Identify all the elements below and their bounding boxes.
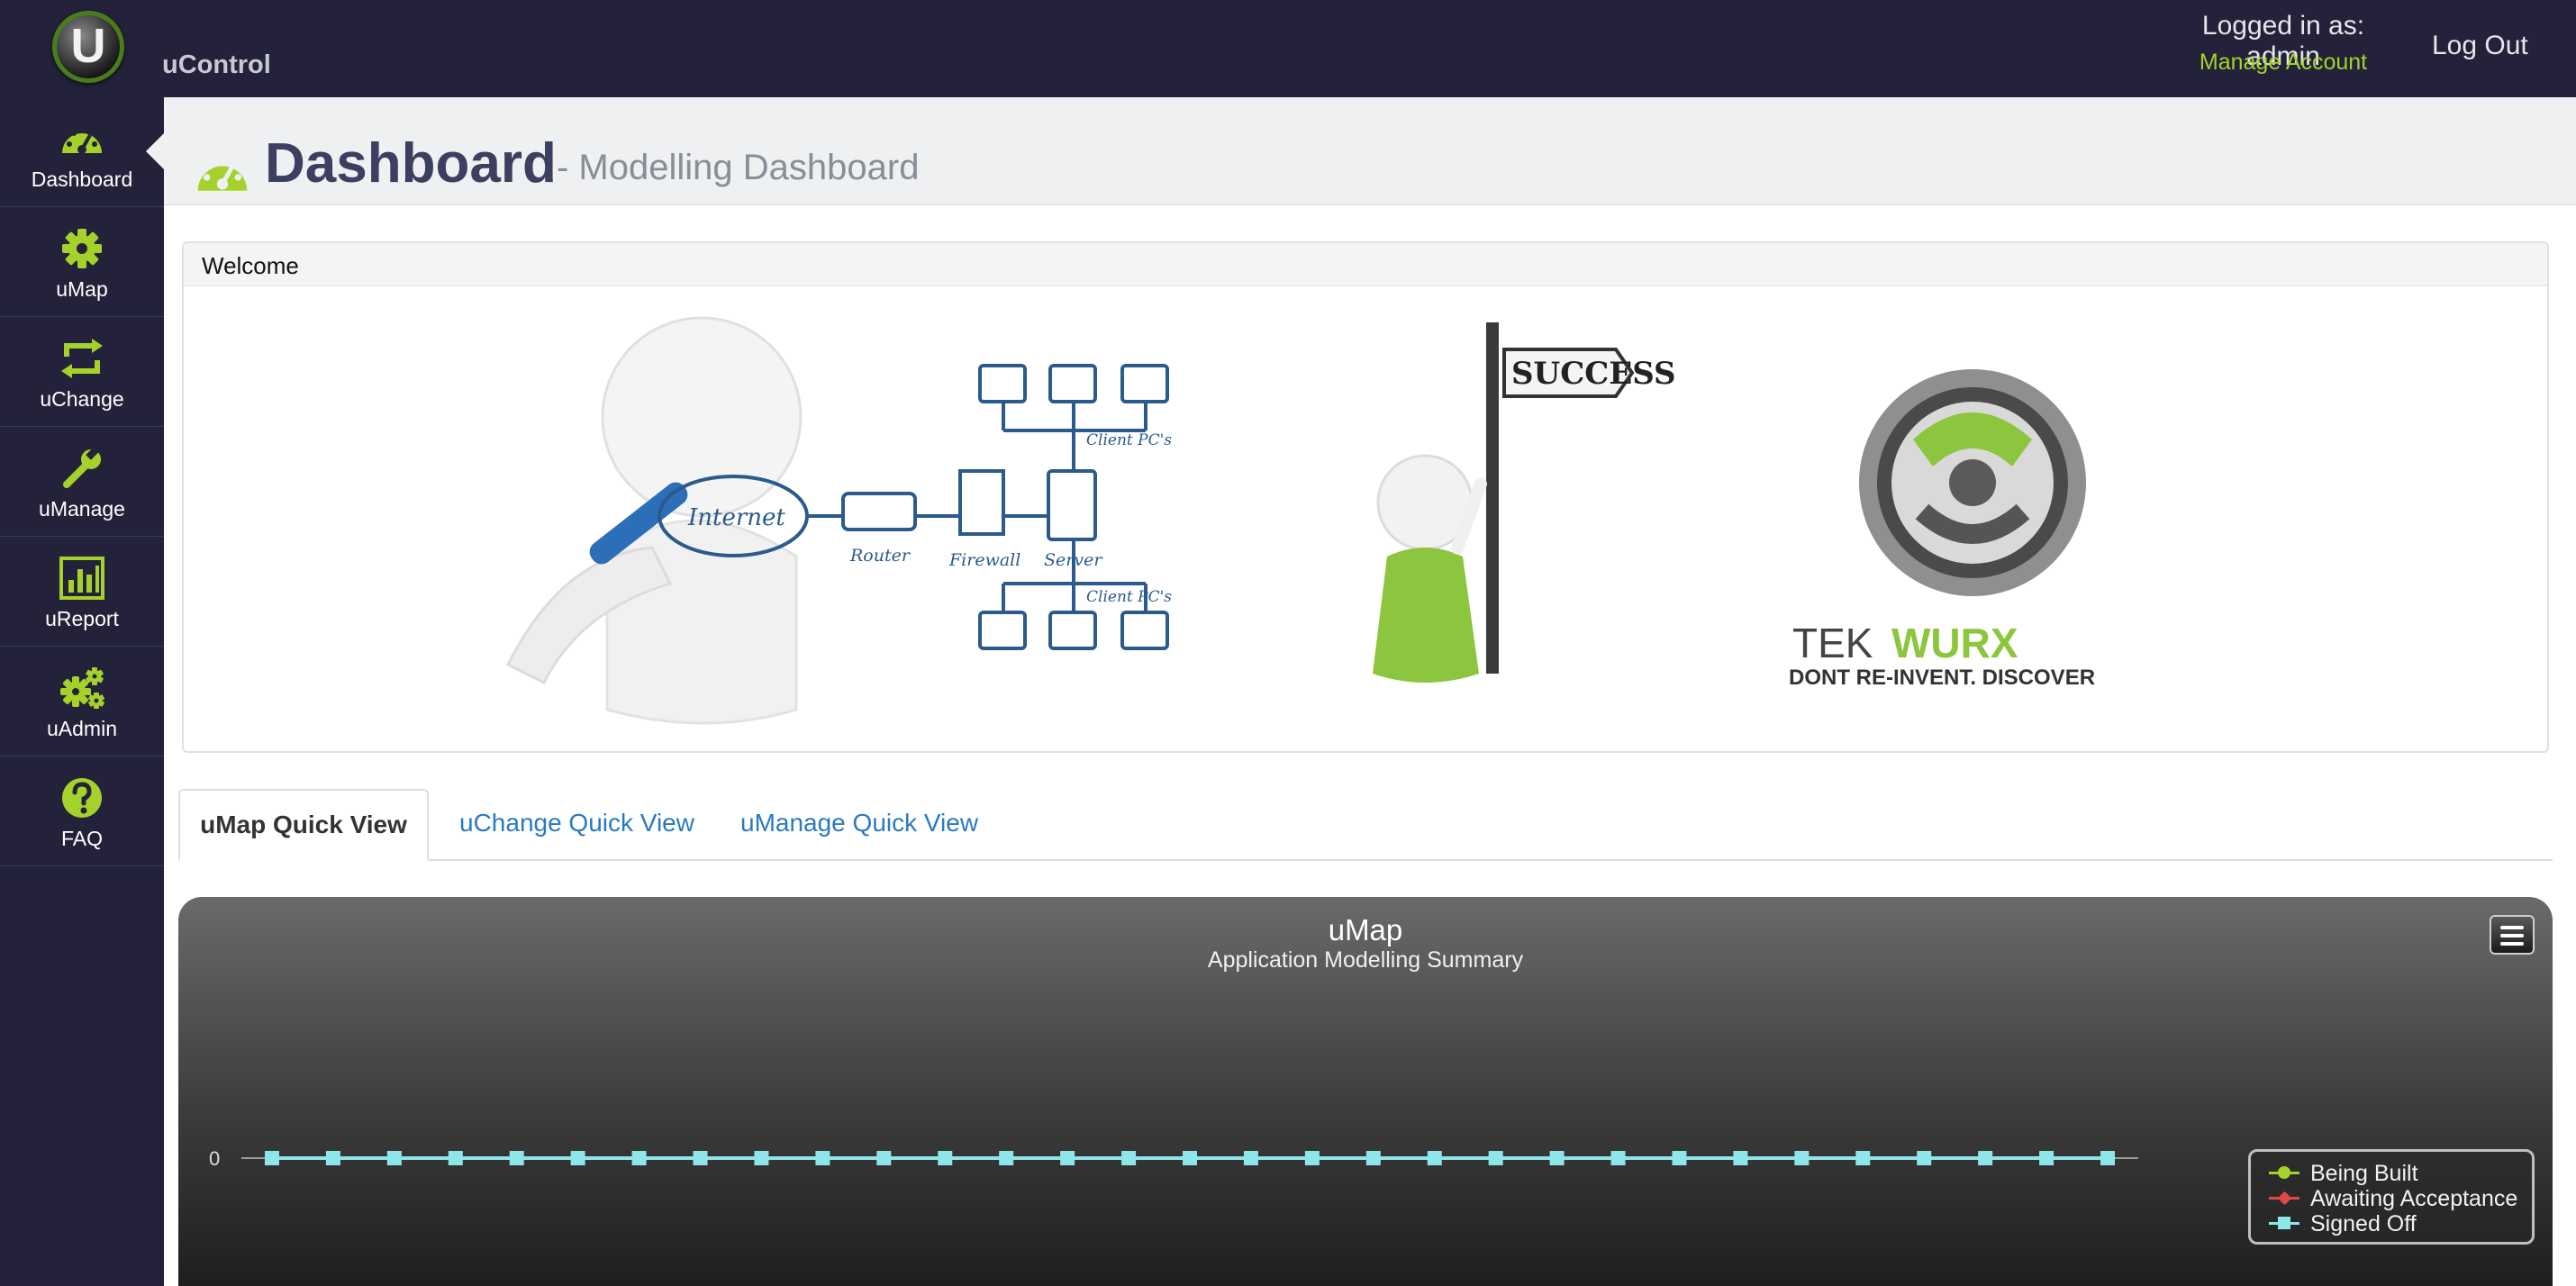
- dashboard-icon: [62, 127, 102, 154]
- success-sign-text: SUCCESS: [1511, 356, 1676, 392]
- client-top-label: Client PC's: [1086, 431, 1172, 449]
- panel-header: Welcome: [184, 243, 2547, 286]
- data-point[interactable]: [999, 1151, 1014, 1165]
- data-point[interactable]: [938, 1151, 953, 1165]
- data-point[interactable]: [754, 1151, 769, 1165]
- tab-umap-quick-view[interactable]: uMap Quick View: [178, 789, 429, 861]
- legend-label: Being Built: [2310, 1161, 2418, 1186]
- data-point[interactable]: [264, 1151, 279, 1165]
- quick-view-tabs: uMap Quick View uChange Quick View uMana…: [178, 789, 2553, 861]
- brand-wurx: WURX: [1891, 620, 2018, 666]
- router-label: Router: [849, 546, 912, 566]
- sidebar-item-label: FAQ: [60, 827, 103, 850]
- sidebar-item-dashboard[interactable]: Dashboard: [0, 97, 164, 207]
- retweet-icon: [61, 339, 103, 378]
- y-tick-label: 0: [209, 1147, 220, 1170]
- sidebar: Dashboard uMap uChange uManage uReport u…: [0, 97, 164, 1286]
- umap-chart: uMap Application Modelling Summary 0 Bei…: [178, 897, 2553, 1286]
- data-point[interactable]: [1304, 1151, 1320, 1165]
- firewall-label: Firewall: [948, 550, 1020, 570]
- data-point[interactable]: [1183, 1151, 1197, 1165]
- data-point[interactable]: [1855, 1151, 1871, 1165]
- sidebar-item-label: uMap: [56, 277, 108, 301]
- logout-link[interactable]: Log Out: [2432, 31, 2528, 61]
- data-point[interactable]: [448, 1151, 463, 1165]
- data-point[interactable]: [1121, 1151, 1137, 1165]
- bar-chart-icon: [59, 557, 104, 600]
- data-point[interactable]: [1488, 1151, 1503, 1165]
- sidebar-item-uadmin[interactable]: uAdmin: [0, 647, 164, 756]
- data-point[interactable]: [631, 1151, 647, 1165]
- tekwurx-logo: TEK WURX DONT RE-INVENT. DISCOVER: [1789, 369, 2095, 690]
- logo-letter: U: [70, 19, 106, 73]
- gear-icon: [62, 229, 102, 268]
- client-bottom-label: Client PC's: [1086, 588, 1172, 606]
- success-figure: SUCCESS: [1373, 322, 1676, 683]
- page-header: Dashboard - Modelling Dashboard: [164, 97, 2576, 205]
- sidebar-item-uchange[interactable]: uChange: [0, 317, 164, 427]
- gears-icon: [60, 667, 104, 709]
- panel-title: Welcome: [202, 252, 299, 279]
- manage-account-link[interactable]: Manage Account: [2162, 50, 2405, 76]
- active-nav-pointer: [146, 133, 164, 169]
- data-point[interactable]: [1243, 1151, 1258, 1165]
- data-point[interactable]: [2100, 1151, 2116, 1165]
- sidebar-item-label: uReport: [45, 607, 119, 630]
- data-point[interactable]: [815, 1151, 830, 1165]
- sidebar-item-label: uChange: [40, 387, 124, 411]
- brand-tek: TEK: [1792, 620, 1873, 666]
- data-point[interactable]: [1427, 1151, 1442, 1165]
- app-logo[interactable]: U: [52, 11, 124, 83]
- dashboard-icon: [197, 156, 248, 191]
- sidebar-item-ureport[interactable]: uReport: [0, 537, 164, 647]
- page-title: Dashboard: [265, 132, 557, 195]
- data-point[interactable]: [2039, 1151, 2054, 1165]
- sidebar-item-umanage[interactable]: uManage: [0, 427, 164, 537]
- data-point[interactable]: [876, 1151, 892, 1165]
- data-point[interactable]: [509, 1151, 524, 1165]
- welcome-panel: Welcome Internet Router Firewall Server …: [182, 241, 2549, 753]
- data-point[interactable]: [325, 1151, 340, 1165]
- data-point[interactable]: [386, 1151, 402, 1165]
- legend-label: Signed Off: [2310, 1211, 2417, 1236]
- sidebar-item-umap[interactable]: uMap: [0, 207, 164, 317]
- sidebar-item-label: uManage: [39, 497, 125, 521]
- data-point[interactable]: [1672, 1151, 1687, 1165]
- data-point[interactable]: [570, 1151, 585, 1165]
- internet-label: Internet: [687, 504, 785, 531]
- data-point[interactable]: [693, 1151, 708, 1165]
- question-icon: [62, 778, 102, 818]
- top-bar: U uControl Logged in as: admin Manage Ac…: [0, 0, 2576, 97]
- chart-plot-area: 0: [209, 1147, 2138, 1170]
- data-point[interactable]: [1610, 1151, 1626, 1165]
- chart-legend: Being Built Awaiting Acceptance Signed O…: [2248, 1149, 2535, 1245]
- sidebar-item-label: Dashboard: [31, 168, 133, 191]
- wrench-icon: [63, 447, 101, 488]
- brand-tagline: DONT RE-INVENT. DISCOVER: [1789, 666, 2095, 690]
- data-point[interactable]: [1794, 1151, 1810, 1165]
- data-point[interactable]: [1917, 1151, 1932, 1165]
- welcome-illustration: Internet Router Firewall Server Client P…: [505, 316, 2095, 725]
- data-point[interactable]: [1733, 1151, 1748, 1165]
- data-point[interactable]: [1549, 1151, 1565, 1165]
- sidebar-item-label: uAdmin: [47, 717, 117, 740]
- data-point[interactable]: [1060, 1151, 1075, 1165]
- tab-umanage-quick-view[interactable]: uManage Quick View: [740, 789, 978, 861]
- tab-uchange-quick-view[interactable]: uChange Quick View: [459, 789, 694, 861]
- legend-label: Awaiting Acceptance: [2310, 1186, 2518, 1211]
- server-label: Server: [1044, 550, 1103, 570]
- page-subtitle: - Modelling Dashboard: [557, 148, 920, 187]
- data-point[interactable]: [1365, 1151, 1381, 1165]
- app-name: uControl: [162, 50, 271, 79]
- data-point[interactable]: [1978, 1151, 1993, 1165]
- sidebar-item-faq[interactable]: FAQ: [0, 756, 164, 866]
